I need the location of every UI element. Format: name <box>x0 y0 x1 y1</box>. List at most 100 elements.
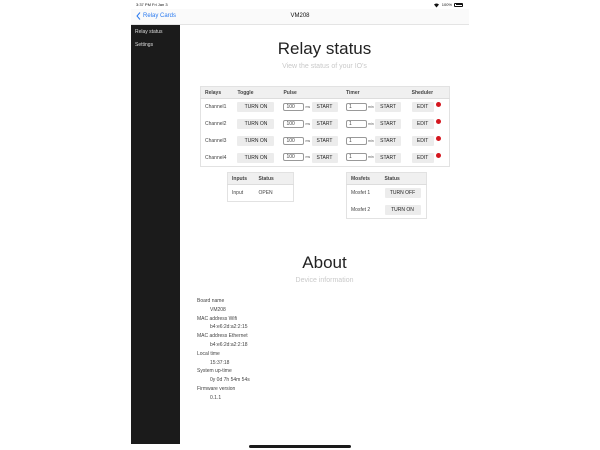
scheduler-edit-button[interactable]: EDIT <box>411 136 434 146</box>
table-row: Mosfet 1 TURN OFF <box>347 185 427 202</box>
col-relays: Relays <box>200 86 234 99</box>
pulse-start-button[interactable]: START <box>311 152 338 163</box>
relay-table: Relays Toggle Pulse Timer Sheduler Chann… <box>200 86 450 167</box>
pulse-input[interactable]: 100 <box>283 119 305 128</box>
status-dot-icon <box>435 119 441 124</box>
input-status: OPEN <box>258 190 273 196</box>
channel-name: Channel1 <box>205 104 227 111</box>
status-right: 100% <box>433 2 463 7</box>
bottom-bar <box>131 444 469 450</box>
status-dot-icon <box>435 152 441 158</box>
timer-input[interactable]: 1 <box>346 153 368 162</box>
table-row: Mosfet 2 TURN ON <box>347 202 427 219</box>
mosfets-table-header: Mosfets Status <box>346 172 427 185</box>
pulse-start-button[interactable]: START <box>311 119 338 129</box>
pulse-start-button[interactable]: START <box>311 136 338 146</box>
turn-on-button[interactable]: TURN ON <box>384 204 421 215</box>
sidebar-item-relay-status[interactable]: Relay status <box>131 25 180 38</box>
sidebar: Relay status Settings <box>131 25 180 444</box>
pulse-unit: ms <box>305 121 311 126</box>
inputs-table-header: Inputs Status <box>227 172 294 185</box>
scheduler-edit-button[interactable]: EDIT <box>411 102 434 113</box>
mac-wifi-value: b4:e6:2d:a2:2:15 <box>210 324 248 331</box>
about-title: About <box>302 253 347 272</box>
pulse-start-button[interactable]: START <box>311 102 338 113</box>
firmware-value: 0.1.1 <box>210 394 222 401</box>
local-time-value: 15:37:18 <box>210 359 230 366</box>
board-name-value: VM208 <box>210 306 226 313</box>
pulse-unit: ms <box>305 138 311 143</box>
mosfets-table: Mosfets Status Mosfet 1 TURN OFF Mosfet … <box>346 172 427 219</box>
table-row: Channel4 TURN ON 100 ms START 1 min START … <box>201 150 450 167</box>
col-inputs: Inputs <box>227 172 255 185</box>
pulse-input[interactable]: 100 <box>283 153 305 162</box>
col-timer: Timer <box>342 86 408 99</box>
main-content: Relay status View the status of your IO'… <box>180 25 469 444</box>
battery-icon <box>454 2 463 7</box>
timer-input[interactable]: 1 <box>346 102 368 111</box>
timer-start-button[interactable]: START <box>375 136 402 146</box>
inputs-table: Inputs Status Input OPEN <box>227 172 294 202</box>
col-pulse: Pulse <box>279 86 343 99</box>
relay-status-title: Relay status <box>277 39 372 58</box>
timer-start-button[interactable]: START <box>375 119 402 129</box>
timer-input[interactable]: 1 <box>346 119 368 128</box>
scheduler-edit-button[interactable]: EDIT <box>411 152 434 163</box>
sidebar-item-settings[interactable]: Settings <box>131 38 180 51</box>
nav-title: VM208 <box>290 13 310 19</box>
col-mosfet-status: Status <box>380 172 427 185</box>
channel-name: Channel3 <box>205 138 227 144</box>
mac-wifi-label: MAC address Wifi <box>197 315 238 322</box>
turn-on-button[interactable]: TURN ON <box>237 119 275 129</box>
status-bar: 3:37 PM Fri Jan 3 100% <box>131 0 469 9</box>
timer-unit: min <box>368 155 374 160</box>
channel-name: Channel4 <box>205 154 227 161</box>
about-subtitle: Device information <box>295 277 354 284</box>
timer-unit: min <box>368 121 374 126</box>
pulse-unit: ms <box>305 104 311 109</box>
relay-status-subtitle: View the status of your IO's <box>282 63 367 70</box>
navigation-bar: Relay Cards VM208 <box>131 9 469 25</box>
mac-ethernet-value: b4:e6:2d:a2:2:18 <box>210 341 248 348</box>
scheduler-edit-button[interactable]: EDIT <box>411 119 434 129</box>
home-indicator[interactable] <box>249 445 351 448</box>
timer-unit: min <box>368 104 374 109</box>
uptime-label: System up-time <box>197 368 232 375</box>
timer-unit: min <box>368 138 374 143</box>
mosfet-name: Mosfet 1 <box>351 190 371 197</box>
uptime-value: 0y 0d 7h 54m 54s <box>210 377 250 384</box>
col-sheduler: Sheduler <box>407 86 450 99</box>
device-info: Board name VM208 MAC address Wifi b4:e6:… <box>197 297 250 403</box>
status-dot-icon <box>435 102 441 108</box>
turn-on-button[interactable]: TURN ON <box>237 136 275 146</box>
pulse-input[interactable]: 100 <box>283 102 305 111</box>
pulse-input[interactable]: 100 <box>283 136 305 145</box>
board-name-label: Board name <box>197 298 225 304</box>
col-input-status: Status <box>254 172 294 185</box>
relay-table-header: Relays Toggle Pulse Timer Sheduler <box>200 86 450 99</box>
turn-on-button[interactable]: TURN ON <box>237 152 275 163</box>
ipad-screen: 3:37 PM Fri Jan 3 100% Relay Cards VM208… <box>131 0 469 450</box>
status-dot-icon <box>435 136 441 141</box>
battery-percent: 100% <box>441 2 452 7</box>
timer-input[interactable]: 1 <box>346 136 368 145</box>
channel-name: Channel2 <box>205 121 227 127</box>
pulse-unit: ms <box>305 155 311 160</box>
table-row: Channel2 TURN ON 100 ms START 1 min START … <box>201 116 450 133</box>
col-mosfets: Mosfets <box>346 172 381 185</box>
wifi-icon <box>433 3 440 7</box>
table-row: Channel1 TURN ON 100 ms START 1 min START … <box>201 99 450 116</box>
timer-start-button[interactable]: START <box>375 102 402 113</box>
mosfet-name: Mosfet 2 <box>351 206 371 213</box>
input-name: Input <box>232 190 244 196</box>
table-row: Input OPEN <box>228 185 294 202</box>
turn-on-button[interactable]: TURN ON <box>237 102 275 113</box>
table-row: Channel3 TURN ON 100 ms START 1 min START … <box>201 133 450 150</box>
timer-start-button[interactable]: START <box>375 152 402 163</box>
local-time-label: Local time <box>197 350 220 357</box>
status-time: 3:37 PM Fri Jan 3 <box>136 2 168 7</box>
turn-off-button[interactable]: TURN OFF <box>384 188 421 199</box>
mac-ethernet-label: MAC address Ethernet <box>197 333 248 340</box>
firmware-label: Firmware version <box>197 385 236 392</box>
col-toggle: Toggle <box>233 86 280 99</box>
